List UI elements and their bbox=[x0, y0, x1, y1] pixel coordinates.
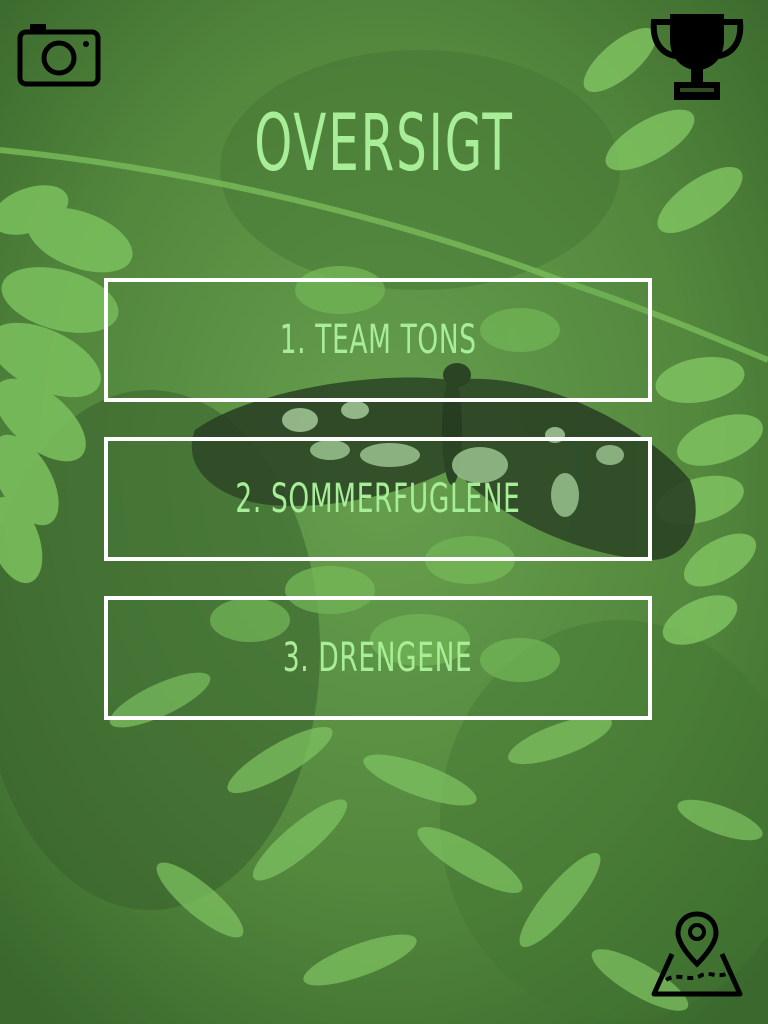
camera-button[interactable] bbox=[16, 20, 102, 88]
trophy-icon bbox=[650, 14, 744, 100]
map-button[interactable] bbox=[648, 910, 746, 1000]
team-item-1[interactable]: 1. TEAM TONS bbox=[104, 278, 652, 402]
trophy-button[interactable] bbox=[648, 10, 746, 104]
map-pin-icon bbox=[651, 911, 743, 997]
team-label: 1. TEAM TONS bbox=[279, 317, 477, 363]
team-label: 2. SOMMERFUGLENE bbox=[235, 476, 521, 522]
page-title: OVERSIGT bbox=[254, 99, 514, 189]
camera-icon bbox=[17, 24, 101, 87]
team-label: 3. DRENGENE bbox=[283, 635, 473, 681]
overview-screen: OVERSIGT 1. TEAM TONS 2. SOMMERFUGLENE 3… bbox=[0, 0, 768, 1024]
team-list: 1. TEAM TONS 2. SOMMERFUGLENE 3. DRENGEN… bbox=[104, 278, 652, 755]
team-item-3[interactable]: 3. DRENGENE bbox=[104, 596, 652, 720]
team-item-2[interactable]: 2. SOMMERFUGLENE bbox=[104, 437, 652, 561]
